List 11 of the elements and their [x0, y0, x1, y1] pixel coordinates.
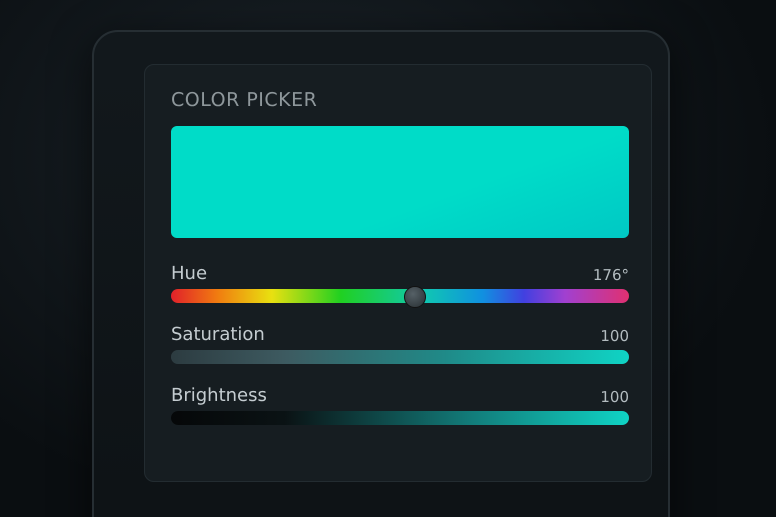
slider-label: Brightness	[171, 385, 267, 406]
slider-label: Saturation	[171, 324, 265, 345]
slider-value: 176°	[592, 266, 629, 284]
panel-title: COLOR PICKER	[171, 89, 318, 113]
slider-track[interactable]	[171, 286, 629, 306]
slider-label: Hue	[171, 263, 208, 284]
slider-value: 100	[600, 388, 629, 406]
slider-value: 100	[600, 327, 629, 345]
slider-track[interactable]	[171, 411, 629, 425]
slider-track[interactable]	[171, 350, 629, 364]
slider-thumb[interactable]	[404, 286, 426, 308]
